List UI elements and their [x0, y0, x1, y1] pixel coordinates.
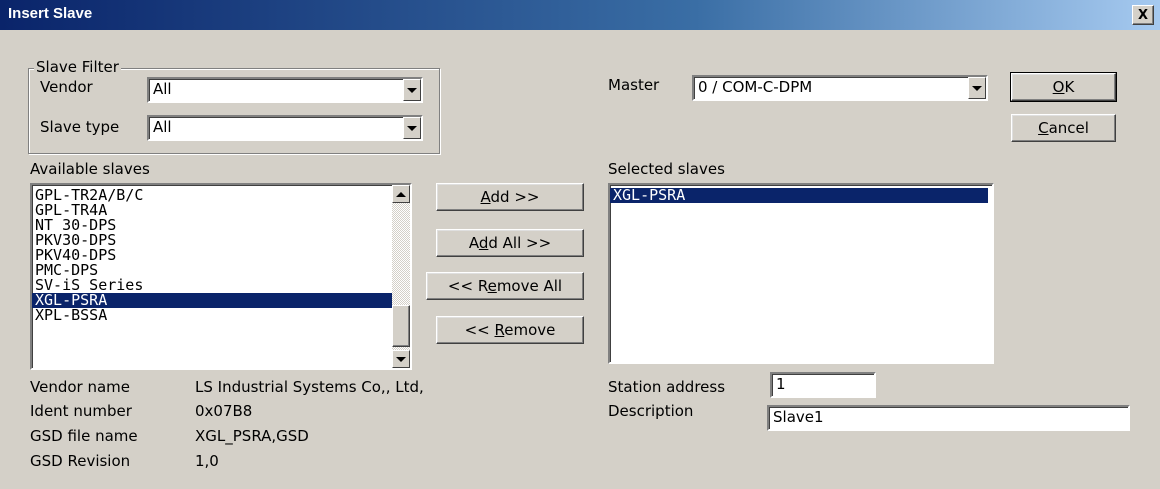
- list-item[interactable]: XGL-PSRA: [32, 293, 392, 308]
- ident-number-value: 0x07B8: [195, 402, 253, 420]
- vendor-name-value: LS Industrial Systems Co,, Ltd,: [195, 378, 424, 396]
- list-item[interactable]: SV-iS Series: [32, 278, 392, 293]
- master-label: Master: [608, 76, 660, 94]
- window-title: Insert Slave: [8, 5, 93, 22]
- chevron-up-icon: [396, 191, 406, 197]
- vendor-combobox[interactable]: All: [147, 77, 423, 103]
- add-all-button[interactable]: Add All >>: [436, 229, 584, 257]
- master-value: 0 / COM-C-DPM: [698, 78, 813, 96]
- vendor-name-label: Vendor name: [30, 378, 131, 396]
- selected-slaves-list[interactable]: XGL-PSRA: [608, 183, 994, 364]
- close-button[interactable]: X: [1132, 5, 1154, 25]
- vendor-label: Vendor: [40, 78, 93, 96]
- add-all-label: Add All >>: [468, 234, 552, 252]
- ident-number-label: Ident number: [30, 402, 132, 420]
- close-icon: X: [1137, 7, 1149, 23]
- description-value: Slave1: [773, 408, 824, 426]
- description-field[interactable]: Slave1: [767, 405, 1130, 431]
- list-item[interactable]: XPL-BSSA: [32, 308, 392, 323]
- list-item[interactable]: PKV40-DPS: [32, 248, 392, 263]
- ok-button[interactable]: OK: [1010, 72, 1117, 102]
- vendor-dropdown-button[interactable]: [403, 79, 421, 101]
- available-slaves-scrollbar[interactable]: [392, 185, 410, 368]
- title-bar: Insert Slave X: [0, 0, 1160, 30]
- chevron-down-icon: [407, 87, 417, 93]
- master-dropdown-button[interactable]: [968, 77, 986, 99]
- slave-filter-legend: Slave Filter: [34, 58, 121, 76]
- remove-all-label: << Remove All: [447, 277, 563, 295]
- description-label: Description: [608, 402, 694, 420]
- list-item[interactable]: GPL-TR2A/B/C: [32, 188, 392, 203]
- chevron-down-icon: [972, 85, 982, 91]
- scroll-up-button[interactable]: [392, 185, 410, 203]
- cancel-label: Cancel: [1038, 119, 1089, 137]
- station-address-value: 1: [776, 375, 786, 393]
- station-address-label: Station address: [608, 378, 726, 396]
- gsd-file-label: GSD file name: [30, 427, 138, 445]
- available-slaves-label: Available slaves: [30, 160, 150, 178]
- scroll-thumb[interactable]: [392, 305, 410, 347]
- remove-label: << Remove: [464, 321, 556, 339]
- add-label: Add >>: [480, 188, 540, 206]
- vendor-value: All: [153, 80, 172, 98]
- list-item[interactable]: NT 30-DPS: [32, 218, 392, 233]
- slave-type-label: Slave type: [40, 118, 120, 136]
- slave-type-combobox[interactable]: All: [147, 115, 423, 141]
- master-combobox[interactable]: 0 / COM-C-DPM: [692, 75, 988, 101]
- station-address-field[interactable]: 1: [770, 372, 876, 398]
- gsd-revision-label: GSD Revision: [30, 452, 131, 470]
- chevron-down-icon: [396, 356, 406, 362]
- scroll-down-button[interactable]: [392, 350, 410, 368]
- slave-type-value: All: [153, 118, 172, 136]
- available-slaves-items: GPL-TR2A/B/C GPL-TR4A NT 30-DPS PKV30-DPS PK…: [32, 188, 392, 323]
- selected-slaves-items: XGL-PSRA: [610, 188, 988, 203]
- add-button[interactable]: Add >>: [436, 183, 584, 211]
- list-item[interactable]: PKV30-DPS: [32, 233, 392, 248]
- list-item[interactable]: XGL-PSRA: [610, 188, 988, 203]
- ok-label: OK: [1052, 78, 1075, 96]
- list-item[interactable]: PMC-DPS: [32, 263, 392, 278]
- slave-type-dropdown-button[interactable]: [403, 117, 421, 139]
- cancel-button[interactable]: Cancel: [1011, 114, 1116, 142]
- gsd-revision-value: 1,0: [195, 452, 219, 470]
- remove-all-button[interactable]: << Remove All: [426, 272, 584, 300]
- list-item[interactable]: GPL-TR4A: [32, 203, 392, 218]
- gsd-file-value: XGL_PSRA,GSD: [195, 427, 309, 445]
- selected-slaves-label: Selected slaves: [608, 160, 725, 178]
- chevron-down-icon: [407, 125, 417, 131]
- available-slaves-list[interactable]: GPL-TR2A/B/C GPL-TR4A NT 30-DPS PKV30-DPS PK…: [30, 183, 412, 370]
- remove-button[interactable]: << Remove: [436, 316, 584, 344]
